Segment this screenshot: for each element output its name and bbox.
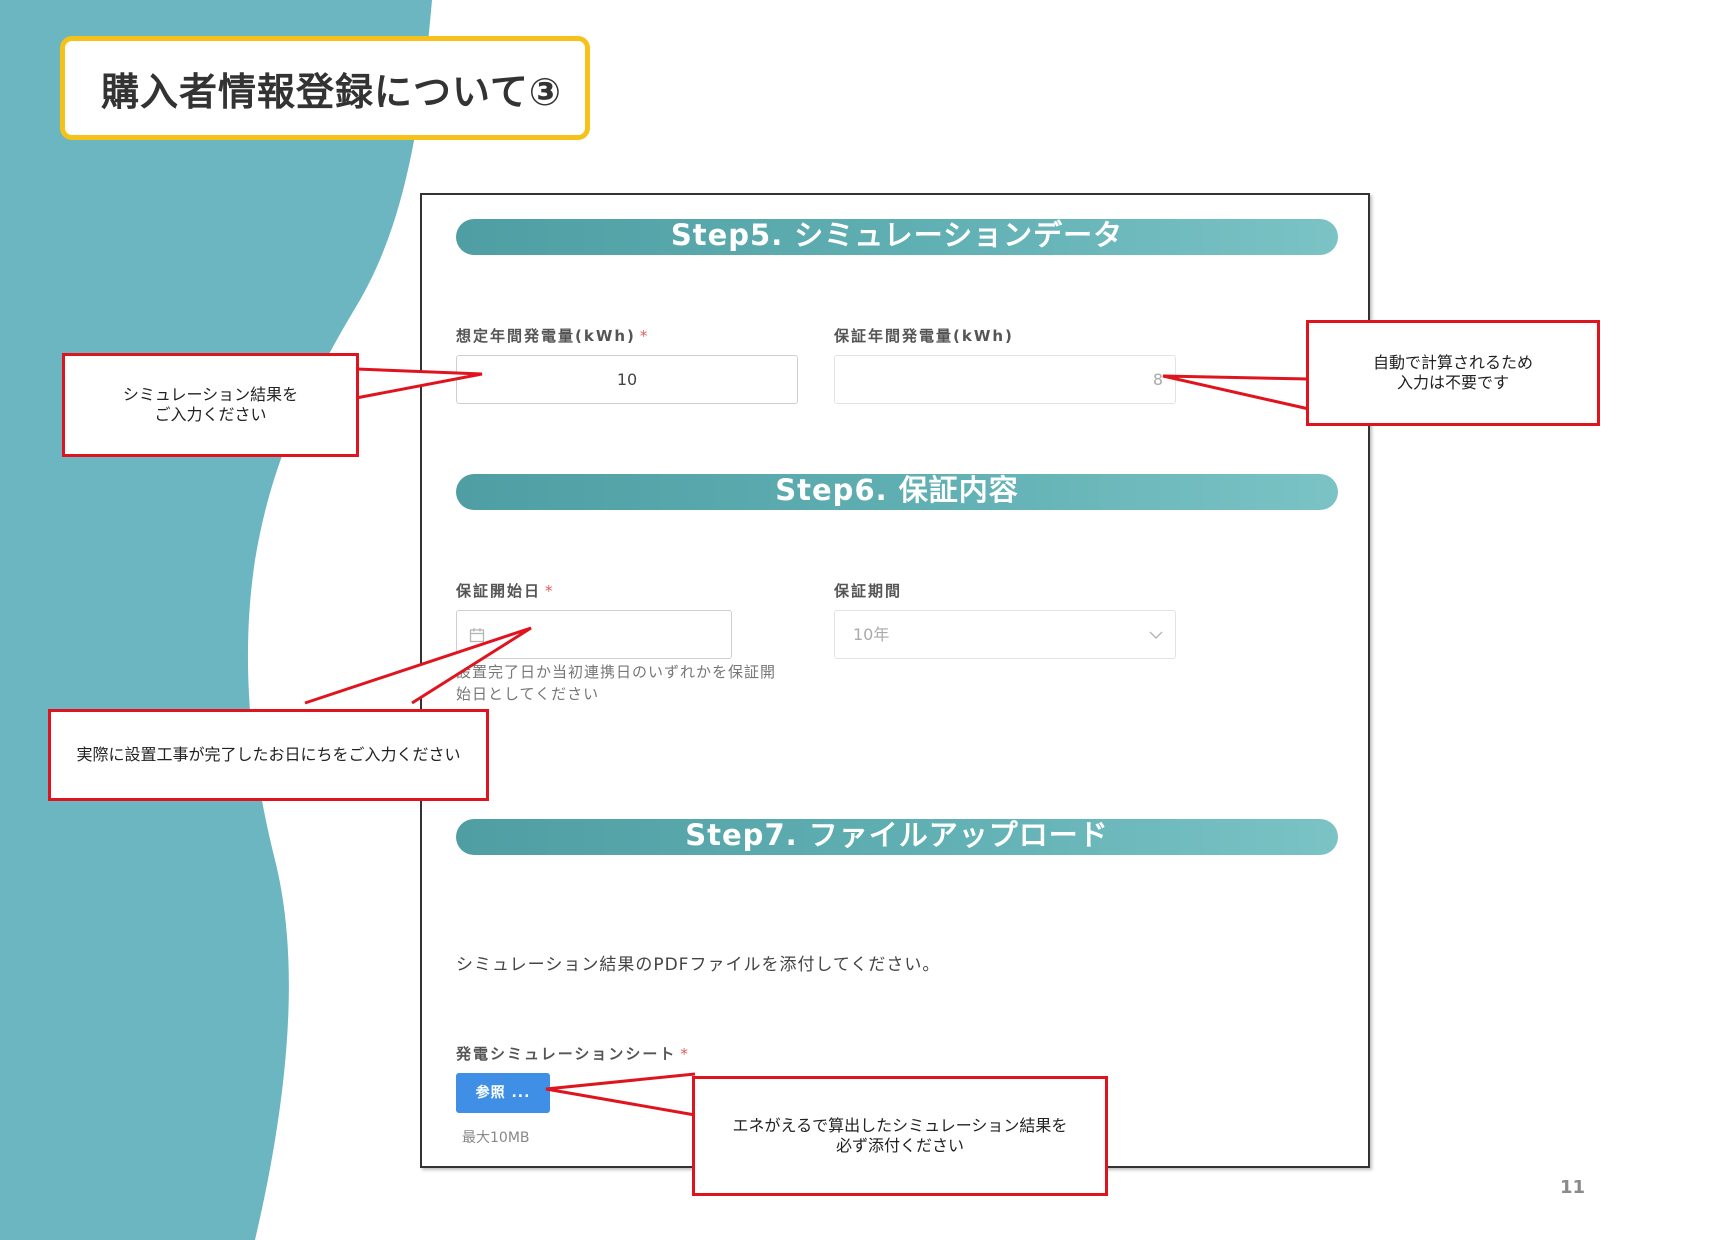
slide-title-text: 購入者情報登録について③ xyxy=(101,69,563,114)
required-mark: * xyxy=(639,327,650,345)
callout-auto-calculation: 自動で計算されるため 入力は不要です xyxy=(1306,320,1600,426)
slide-title: 購入者情報登録について③ xyxy=(60,36,590,140)
warranty-period-select: 10年 xyxy=(834,610,1176,659)
form-screenshot: Step5. シミュレーションデータ 想定年間発電量(kWh) * 10 保証年間… xyxy=(420,193,1370,1168)
browse-button[interactable]: 参照 ... xyxy=(456,1073,550,1113)
expected-generation-label: 想定年間発電量(kWh) * xyxy=(456,327,650,345)
step6-header: Step6. 保証内容 xyxy=(456,474,1338,510)
expected-generation-input[interactable]: 10 xyxy=(456,355,798,404)
guaranteed-generation-label: 保証年間発電量(kWh) xyxy=(834,327,1014,345)
max-file-size: 最大10MB xyxy=(462,1130,530,1146)
step5-header: Step5. シミュレーションデータ xyxy=(456,219,1338,255)
warranty-start-date-input[interactable] xyxy=(456,610,732,659)
required-mark: * xyxy=(545,582,555,600)
callout-installation-date: 実際に設置工事が完了したお日にちをご入力ください xyxy=(48,709,489,801)
callout-attach-simulation: エネがえるで算出したシミュレーション結果を 必ず添付ください xyxy=(692,1076,1108,1196)
warranty-start-label: 保証開始日 * xyxy=(456,582,555,600)
warranty-start-help: 設置完了日か当初連携日のいずれかを保証開 始日としてください xyxy=(456,663,777,703)
warranty-period-label: 保証期間 xyxy=(834,582,903,600)
page-number: 11 xyxy=(1560,1177,1586,1198)
required-mark: * xyxy=(680,1045,690,1063)
callout-simulation-input: シミュレーション結果を ご入力ください xyxy=(62,353,359,457)
chevron-down-icon xyxy=(1149,631,1163,639)
step7-header: Step7. ファイルアップロード xyxy=(456,819,1338,855)
calendar-icon xyxy=(469,628,485,643)
upload-instruction: シミュレーション結果のPDFファイルを添付してください。 xyxy=(456,955,941,975)
guaranteed-generation-field: 8 xyxy=(834,355,1176,404)
simulation-sheet-label: 発電シミュレーションシート * xyxy=(456,1045,690,1063)
